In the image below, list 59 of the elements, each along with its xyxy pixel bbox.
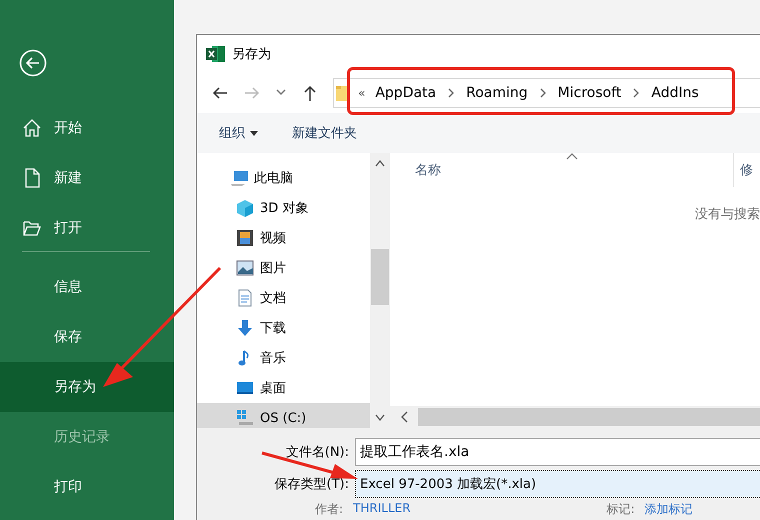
meta-label: 作者: [315,501,344,518]
computer-icon [230,169,248,187]
menu-item[interactable]: 打印 [0,462,174,512]
cube-icon [236,199,254,217]
scroll-thumb[interactable] [418,408,760,426]
sort-caret-icon [566,153,578,160]
address-bar[interactable]: « AppData Roaming Microsoft AddIns [333,78,760,108]
home-icon [22,118,42,138]
empty-message: 没有与搜索 [695,206,760,224]
new-folder-button[interactable]: 新建文件夹 [292,124,357,142]
film-icon [236,229,254,247]
monitor-icon [236,379,254,397]
breadcrumb-item[interactable]: AddIns [651,85,699,101]
scroll-thumb[interactable] [371,249,389,305]
menu-item[interactable]: 信息 [0,262,174,312]
back-icon[interactable] [19,49,47,77]
file-type-dropdown[interactable]: Excel 97-2003 加载宏(*.xla) [355,470,760,498]
breadcrumb-item[interactable]: AppData [375,85,436,101]
meta-link[interactable]: THRILLER [353,501,411,518]
tree-item[interactable]: 下载 [197,313,370,343]
picture-icon [236,259,254,277]
tree-item[interactable]: 桌面 [197,373,370,403]
column-header[interactable]: 修 [740,161,760,179]
column-header[interactable]: 名称 [415,161,441,179]
organize-menu[interactable]: 组织 [219,124,258,142]
tree-item[interactable]: 3D 对象 [197,193,370,223]
folder-icon [336,84,348,102]
chevron-right-icon [447,88,456,98]
tree-item[interactable]: 视频 [197,223,370,253]
menu-item[interactable]: 开始 [0,103,174,153]
horizontal-scrollbar[interactable] [390,406,760,428]
meta-link[interactable]: 添加标记 [644,501,693,518]
breadcrumb-item[interactable]: Microsoft [558,85,622,101]
breadcrumb-item[interactable]: Roaming [466,85,528,101]
excel-icon [206,45,226,63]
down-arrow-icon [236,319,254,337]
caret-icon [250,130,258,136]
file-name-field[interactable]: 提取工作表名.xla [355,438,760,466]
chevron-right-icon [632,88,640,98]
overflow-chevron[interactable]: « [358,86,366,100]
tree-item[interactable]: 文档 [197,283,370,313]
scroll-left-icon [400,411,408,423]
dialog-title: 另存为 [232,46,271,63]
document-icon [236,289,254,307]
meta-label: 标记: [606,501,635,518]
chevron-right-icon [538,88,547,98]
drive-icon [236,409,254,427]
tree-item[interactable]: 图片 [197,253,370,283]
field-label: 保存类型(T): [274,476,350,493]
menu-item[interactable]: 新建 [0,153,174,203]
tree-item[interactable]: 音乐 [197,343,370,373]
scroll-up-icon [375,159,385,167]
scroll-down-icon [375,414,385,422]
menu-item[interactable]: 另存为 [0,362,174,412]
tree-item[interactable]: 此电脑 [197,163,370,193]
menu-item[interactable]: 保存 [0,312,174,362]
vertical-scrollbar[interactable] [370,153,390,428]
field-label: 文件名(N): [284,444,350,461]
menu-item[interactable]: 打开 [0,203,174,253]
